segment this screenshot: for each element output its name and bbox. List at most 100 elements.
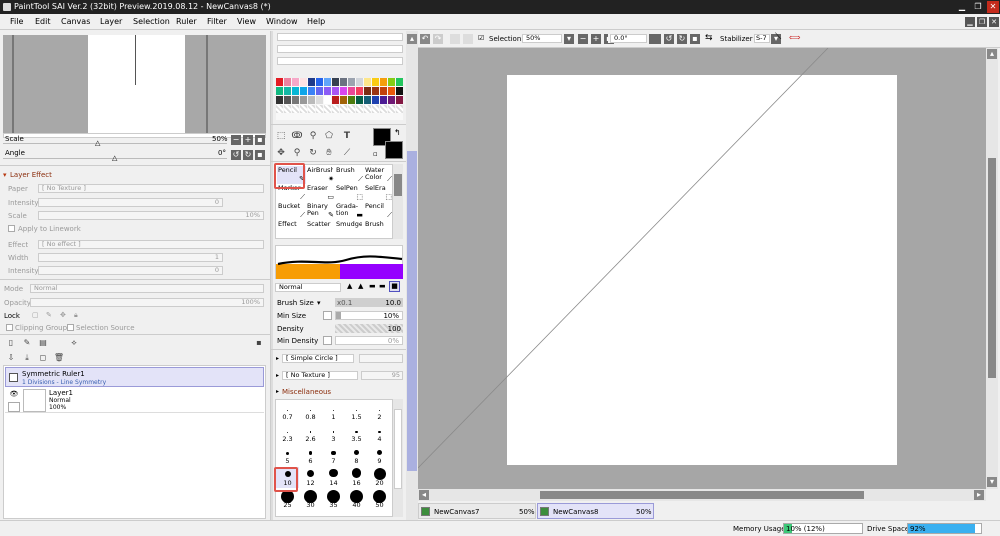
navigator-preview[interactable] [3,35,266,133]
color-swatch[interactable] [356,96,363,104]
color-swatch[interactable] [340,96,347,104]
scroll-up-icon[interactable]: ▴ [407,34,417,44]
layer-row[interactable]: 👁︎ Layer1 Normal 100% [5,388,264,413]
color-swatch[interactable] [372,96,379,104]
empty-swatch[interactable] [380,105,387,113]
layer-visibility-icon[interactable] [9,373,18,382]
brush-size-option[interactable]: 16 [345,467,368,488]
size-grid-scrollbar[interactable] [393,399,403,517]
swap-colors-icon[interactable]: ↰ [394,128,401,137]
transparent-color-icon[interactable]: ▫ [373,150,378,158]
undo-button[interactable]: ↶ [420,34,430,44]
color-swatch[interactable] [284,87,291,95]
menu-view[interactable]: View [237,17,256,26]
menu-window[interactable]: Window [266,17,298,26]
color-swatch[interactable] [364,87,371,95]
new-layer-icon[interactable]: ▯ [5,337,17,349]
toolbar-rotate-left-button[interactable]: ↺ [664,34,674,44]
toolbar-rotate-reset-button[interactable]: ▪ [690,34,700,44]
flip-icon[interactable]: ⇆ [705,33,713,43]
canvas-viewport[interactable] [418,48,986,489]
brush-size-option[interactable]: 8 [345,445,368,466]
texture-expand-icon[interactable]: ▸ [276,372,279,379]
background-color-swatch[interactable] [385,141,403,159]
brush-size-option[interactable]: 0.8 [299,401,322,422]
color-swatch[interactable] [388,78,395,86]
color-swatch[interactable] [364,78,371,86]
zoom-select[interactable]: 50% [522,34,562,43]
close-icon[interactable]: ✕ [987,1,999,13]
stabilizer-select[interactable]: S-7 [754,34,770,43]
color-slider-b[interactable] [277,57,403,65]
deselect-button[interactable] [450,34,460,44]
brush-size-option[interactable]: 2.6 [299,423,322,444]
move-icon[interactable]: ✥ [275,147,287,159]
color-swatch[interactable] [372,87,379,95]
menu-layer[interactable]: Layer [100,17,122,26]
zoom-dropdown-icon[interactable]: ▾ [564,34,574,44]
canvas-scroll-right-icon[interactable]: ▸ [974,490,984,500]
blend-mode-select[interactable]: Normal [275,283,341,292]
brush-size-option[interactable]: 40 [345,489,368,510]
rect-select-icon[interactable]: ⬚ [275,130,287,142]
empty-swatch[interactable] [356,105,363,113]
tip-shape-4[interactable]: ▬ [379,282,386,290]
brush-size-option[interactable]: 9 [368,445,391,466]
brush-size-option[interactable]: 4 [368,423,391,444]
opacity-slider[interactable]: 100% [30,298,264,307]
brush-slot[interactable]: Eraser ▭ [306,184,335,202]
color-swatch[interactable] [364,96,371,104]
color-swatch[interactable] [372,78,379,86]
effect-select[interactable]: [ No effect ] [38,240,264,249]
brush-slot[interactable]: Scatter [306,220,335,238]
color-swatch[interactable] [292,87,299,95]
color-swatch[interactable] [396,96,403,104]
color-swatch[interactable] [348,78,355,86]
empty-swatch[interactable] [388,105,395,113]
rotate-reset-button[interactable]: ▪ [255,150,265,160]
color-swatch[interactable] [324,96,331,104]
hand-icon[interactable]: ✋︎ [323,147,335,159]
swatch-palette[interactable] [276,78,403,120]
brush-slot[interactable]: Grada- tion ▬ [335,202,364,220]
canvas-scroll-down-icon[interactable]: ▾ [987,477,997,487]
color-swatch[interactable] [292,96,299,104]
brush-size-option[interactable]: 20 [368,467,391,488]
restore-icon[interactable]: ❐ [972,1,984,13]
canvas-vertical-scrollbar[interactable]: ▴ ▾ [986,48,998,489]
brush-size-option[interactable]: 50 [368,489,391,510]
color-swatch[interactable] [380,96,387,104]
brush-size-option[interactable]: 2.3 [276,423,299,444]
brush-shape-slider[interactable] [359,354,403,363]
angle-select[interactable]: 0.0° [610,34,647,43]
magic-wand-icon[interactable]: ⚲ [307,130,319,142]
empty-swatch[interactable] [348,105,355,113]
lock-move-icon[interactable]: ✥ [60,311,66,319]
mdi-restore-icon[interactable]: ❐ [977,17,987,27]
brush-slot[interactable]: Brush [364,220,393,238]
canvas-horizontal-scrollbar[interactable]: ◂ ▸ [418,489,986,501]
mdi-minimize-icon[interactable]: ▁ [965,17,975,27]
color-swatch[interactable] [300,96,307,104]
brush-slot[interactable]: Brush ⟋ [335,166,364,184]
scale-slider[interactable] [3,143,227,144]
color-swatch[interactable] [300,87,307,95]
brush-size-option[interactable]: 12 [299,467,322,488]
zoom-in-button[interactable]: + [243,135,253,145]
color-swatch[interactable] [348,87,355,95]
rotate-left-button[interactable]: ↺ [231,150,241,160]
texture-strength-slider[interactable]: 95 [361,371,403,380]
brush-texture-select[interactable]: [ No Texture ] [282,371,358,380]
lock-transparency-icon[interactable]: ▢ [32,311,39,319]
brush-size-option[interactable]: 6 [299,445,322,466]
selection-source-checkbox[interactable] [67,324,74,331]
straight-line-icon[interactable]: ⟍ [775,32,781,42]
brush-size-option[interactable]: 3 [322,423,345,444]
color-swatch[interactable] [332,78,339,86]
tab-newcanvas8[interactable]: NewCanvas8 50% [537,503,654,519]
invert-select-button[interactable] [463,34,473,44]
apply-linework-checkbox[interactable] [8,225,15,232]
min-size-slider[interactable]: 10% [335,311,403,320]
minimize-icon[interactable]: ▁ [956,1,968,13]
layer-ruler-icon[interactable]: ⟡ [68,337,80,349]
